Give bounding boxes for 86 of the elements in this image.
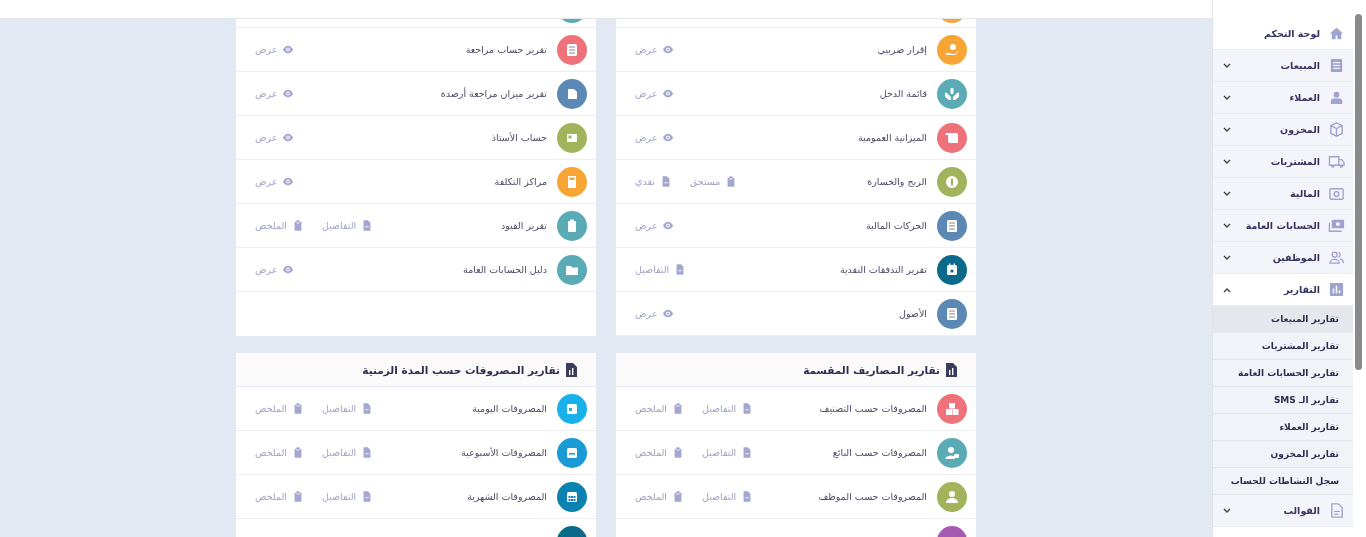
report-name: المصروفات حسب التصنيف xyxy=(819,403,927,414)
card-title: تقارير المصروفات حسب المدة الزمنية xyxy=(362,363,560,376)
report-link[interactable]: التفاصيل xyxy=(321,219,374,232)
report-name: إقرار ضريبي xyxy=(877,44,927,55)
submenu-item[interactable]: تقارير العملاء xyxy=(1213,414,1353,441)
submenu-item[interactable]: تقارير الـ SMS xyxy=(1213,387,1353,414)
user-icon xyxy=(1328,89,1345,106)
menu-item[interactable]: المخزون xyxy=(1213,114,1353,146)
report-name: تقرير القيود xyxy=(501,220,547,231)
report-name: قائمة الدخل xyxy=(879,88,927,99)
menu-item[interactable]: الموظفين xyxy=(1213,242,1353,274)
eye-icon xyxy=(662,131,675,144)
box-icon xyxy=(1328,121,1345,138)
eye-icon xyxy=(662,87,675,100)
report-link[interactable]: نقدي xyxy=(635,175,672,188)
report-file-icon xyxy=(566,362,577,377)
safe-icon xyxy=(1328,185,1345,202)
report-name: مراكز التكلفة xyxy=(494,176,547,187)
report-name: الأصول xyxy=(899,308,927,319)
report-name: المصروفات حسب الموظف xyxy=(818,491,927,502)
report-name: المصروفات اليومية xyxy=(472,403,547,414)
report-file-icon xyxy=(946,362,957,377)
report-link[interactable]: الملخص xyxy=(635,402,684,415)
report-link[interactable]: عرض xyxy=(255,87,295,100)
submenu-item[interactable]: تقارير الحسابات العامة xyxy=(1213,360,1353,387)
submenu-item[interactable]: تقارير المخزون xyxy=(1213,441,1353,468)
report-link[interactable]: التفاصيل xyxy=(701,490,754,503)
report-link[interactable]: الملخص xyxy=(255,402,304,415)
users-icon xyxy=(1328,249,1345,266)
submenu-item[interactable]: تقارير المشتريات xyxy=(1213,333,1353,360)
truck-icon xyxy=(1328,153,1345,170)
receipt-icon xyxy=(1328,57,1345,74)
eye-icon xyxy=(282,43,295,56)
submenu-item[interactable]: تقارير المبيعات xyxy=(1213,306,1353,333)
menu-item[interactable]: المبيعات xyxy=(1213,50,1353,82)
report-link[interactable]: عرض xyxy=(255,43,295,56)
report-name: تقرير حساب مراجعة xyxy=(465,44,547,55)
eye-icon xyxy=(662,43,675,56)
report-link[interactable]: الملخص xyxy=(255,490,304,503)
report-link[interactable]: التفاصيل xyxy=(321,446,374,459)
menu-item[interactable]: المالية xyxy=(1213,178,1353,210)
card-title: تقارير المصاريف المقسمة xyxy=(803,363,940,376)
report-link[interactable]: الملخص xyxy=(255,219,304,232)
report-link[interactable]: مستحق xyxy=(689,175,738,188)
report-name: حساب الأستاذ xyxy=(491,132,547,143)
eye-icon xyxy=(282,87,295,100)
report-name: تقرير ميزان مراجعة أرصدة xyxy=(440,88,547,99)
menu-item[interactable]: المشتريات xyxy=(1213,146,1353,178)
report-link[interactable]: التفاصيل xyxy=(701,446,754,459)
report-link[interactable]: عرض xyxy=(635,307,675,320)
report-link[interactable]: التفاصيل xyxy=(321,490,374,503)
report-link[interactable]: عرض xyxy=(635,87,675,100)
report-link[interactable]: عرض xyxy=(255,131,295,144)
menu-item[interactable]: الحسابات العامة xyxy=(1213,210,1353,242)
report-name: الميزانية العمومية xyxy=(858,132,927,143)
eye-icon xyxy=(282,131,295,144)
report-link[interactable]: التفاصيل xyxy=(701,402,754,415)
eye-icon xyxy=(662,307,675,320)
report-name: المصروفات الشهرية xyxy=(467,491,547,502)
eye-icon xyxy=(282,175,295,188)
report-name: تقرير التدفقات النقدية xyxy=(839,264,927,275)
report-link[interactable]: عرض xyxy=(635,43,675,56)
submenu-item[interactable]: سجل النشاطات للحساب xyxy=(1213,468,1353,495)
document-icon xyxy=(1328,502,1345,519)
report-name: الحركات المالية xyxy=(865,220,927,231)
eye-icon xyxy=(662,219,675,232)
report-name: دليل الحسابات العامة xyxy=(463,264,547,275)
report-name: المصروفات الأسبوعية xyxy=(461,447,547,458)
eye-icon xyxy=(282,263,295,276)
bar-chart-icon xyxy=(1328,281,1345,298)
report-link[interactable]: عرض xyxy=(255,263,295,276)
report-link[interactable]: التفاصيل xyxy=(635,263,687,276)
menu-item[interactable]: القوالب xyxy=(1213,495,1353,527)
report-link[interactable]: عرض xyxy=(635,131,675,144)
report-link[interactable]: الملخص xyxy=(635,490,684,503)
banknote-icon xyxy=(1328,217,1345,234)
report-link[interactable]: الملخص xyxy=(635,446,684,459)
report-link[interactable]: عرض xyxy=(255,175,295,188)
report-name: المصروفات حسب البائع xyxy=(832,447,927,458)
menu-item[interactable]: العملاء xyxy=(1213,82,1353,114)
home-icon xyxy=(1328,25,1345,42)
scrollbar[interactable] xyxy=(1355,14,1362,370)
report-link[interactable]: الملخص xyxy=(255,446,304,459)
report-link[interactable]: التفاصيل xyxy=(321,402,374,415)
report-name: الربح والخسارة xyxy=(867,176,927,187)
report-link[interactable]: عرض xyxy=(635,219,675,232)
